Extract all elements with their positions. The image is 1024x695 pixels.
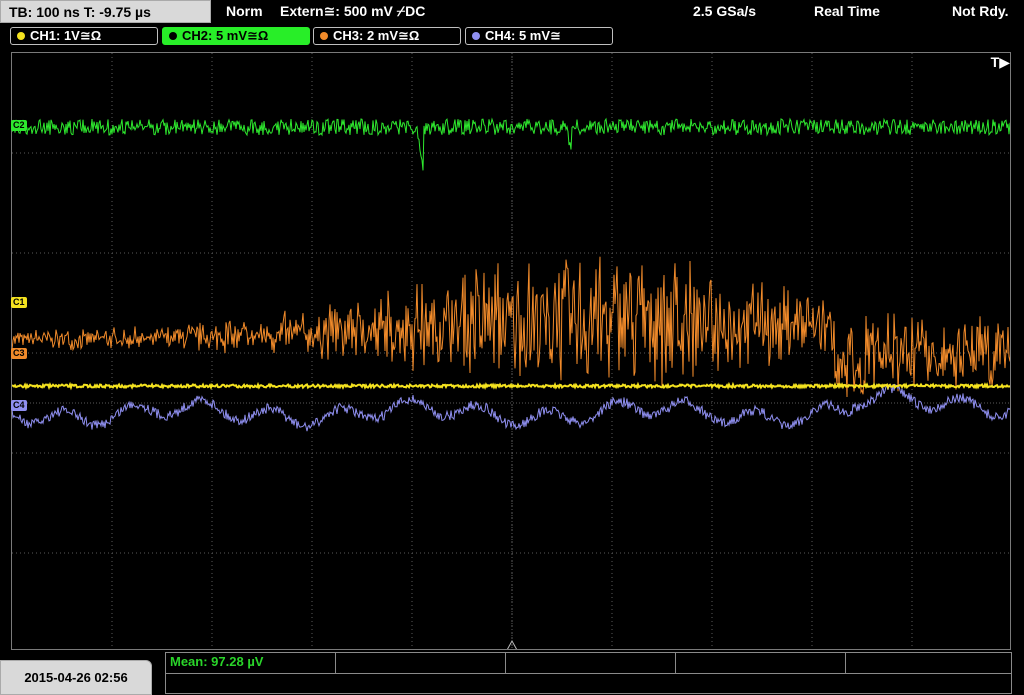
measurement-cell: [506, 653, 676, 673]
mean-measurement: Mean: 97.28 µV: [170, 654, 264, 669]
trigger-source[interactable]: Extern≅: 500 mV ⌿DC: [280, 0, 425, 23]
channel-bar: CH1: 1V≅Ω CH2: 5 mV≅Ω CH3: 2 mV≅Ω CH4: 5…: [0, 25, 1024, 47]
channel-3-label: CH3: 2 mV≅Ω: [333, 28, 420, 43]
measurement-panel[interactable]: Mean: 97.28 µV: [165, 652, 1012, 694]
channel-2-trace: [12, 117, 1010, 171]
channel-2-label: CH2: 5 mV≅Ω: [182, 28, 269, 43]
sample-rate: 2.5 GSa/s: [693, 3, 757, 19]
timebase-readout[interactable]: TB: 100 ns T: -9.75 µs: [0, 0, 211, 23]
trigger-position-icon: T▶: [990, 54, 1010, 70]
channel-1-button[interactable]: CH1: 1V≅Ω: [10, 27, 158, 45]
channel-4-label: CH4: 5 mV≅: [485, 28, 561, 43]
channel-3-button[interactable]: CH3: 2 mV≅Ω: [313, 27, 461, 45]
acquisition-mode: Real Time: [814, 3, 880, 19]
acquisition-status: Not Rdy.: [952, 3, 1009, 19]
measurement-cell: Mean: 97.28 µV: [166, 653, 336, 673]
waveform-display[interactable]: [11, 52, 1011, 650]
channel-4-button[interactable]: CH4: 5 mV≅: [465, 27, 613, 45]
channel-dot-icon: [472, 31, 480, 40]
channel-dot-icon: [320, 31, 328, 40]
channel-2-button[interactable]: CH2: 5 mV≅Ω: [162, 27, 310, 45]
channel-2-offset-marker[interactable]: C2: [11, 120, 27, 131]
top-status-bar: TB: 100 ns T: -9.75 µs Norm Extern≅: 500…: [0, 0, 1024, 25]
measurement-cell: [676, 653, 846, 673]
date-time: 2015-04-26 02:56: [0, 660, 152, 695]
waveform-plot: [12, 53, 1010, 649]
channel-1-label: CH1: 1V≅Ω: [30, 28, 102, 43]
trigger-mode[interactable]: Norm: [226, 0, 263, 23]
channel-4-offset-marker[interactable]: C4: [11, 400, 27, 411]
channel-3-offset-marker[interactable]: C3: [11, 348, 27, 359]
channel-1-offset-marker[interactable]: C1: [11, 297, 27, 308]
channel-dot-icon: [17, 31, 25, 40]
measurement-divider: [166, 673, 1011, 674]
measurement-cell: [336, 653, 506, 673]
channel-dot-icon: [169, 31, 177, 40]
